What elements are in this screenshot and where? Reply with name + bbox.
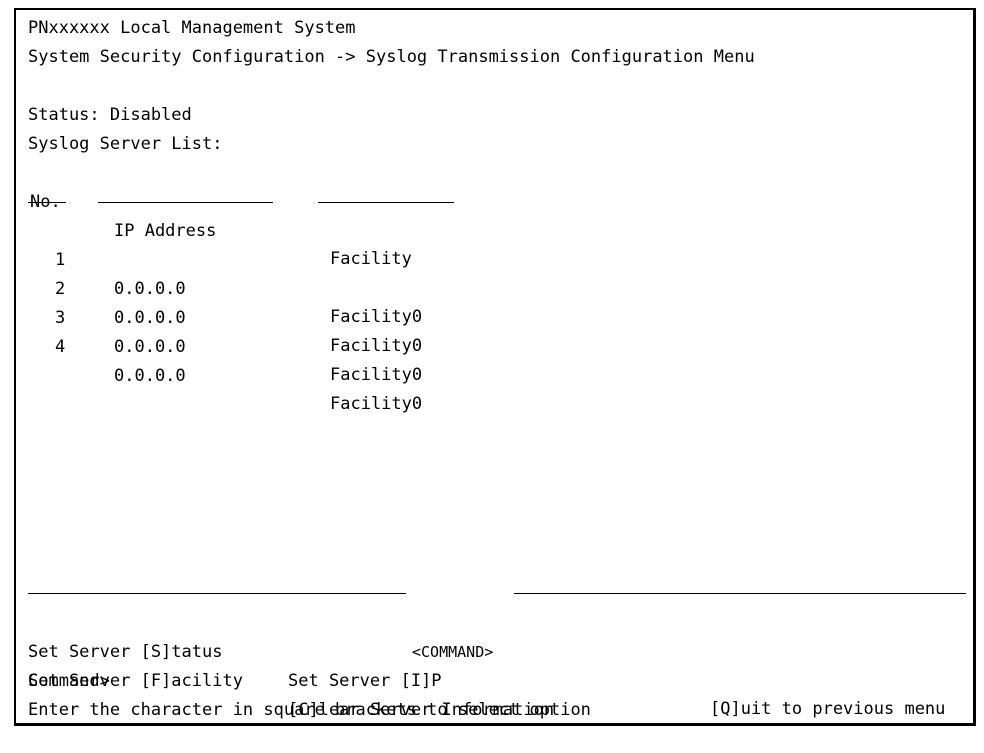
terminal-window: PNxxxxxx Local Management System System … <box>14 8 976 726</box>
table-row: 2 0.0.0.0 Facility0 <box>16 246 973 357</box>
table-row: 1 0.0.0.0 Facility0 <box>16 217 973 328</box>
separator-no <box>28 202 66 203</box>
row-no: 4 <box>55 336 66 357</box>
option-quit[interactable]: [Q]uit to previous menu <box>710 695 945 724</box>
table-row: 4 0.0.0.0 Facility0 <box>16 304 973 415</box>
command-separator: <COMMAND> <box>16 580 973 661</box>
command-hint: Enter the character in square brackets t… <box>28 700 591 720</box>
option-set-server-ip[interactable]: Set Server [I]P <box>288 667 442 696</box>
menu-path: System Security Configuration -> Syslog … <box>28 47 755 67</box>
separator-ip <box>98 202 273 203</box>
command-rule-right <box>514 593 966 594</box>
table-row: 3 0.0.0.0 Facility0 <box>16 275 973 386</box>
command-options-row: Set Server [F]acility [C]lear Server Inf… <box>16 638 973 720</box>
server-list-title: Syslog Server List: <box>28 134 223 154</box>
command-rule-left <box>28 593 406 594</box>
command-prompt[interactable]: Command> <box>28 667 110 695</box>
separator-facility <box>318 202 454 203</box>
system-title: PNxxxxxx Local Management System <box>28 18 356 38</box>
row-facility: Facility0 <box>330 394 423 415</box>
table-header-separator <box>16 184 973 212</box>
row-ip: 0.0.0.0 <box>114 336 186 357</box>
status-line: Status: Disabled <box>28 105 192 125</box>
row-facility: Facility0 <box>330 365 423 386</box>
table-header: No. IP Address Facility <box>16 159 973 270</box>
command-options-row: Set Server [S]tatus Set Server [I]P [Q]u… <box>16 609 973 720</box>
row-ip: 0.0.0.0 <box>114 365 186 386</box>
row-facility: Facility0 <box>330 336 423 357</box>
